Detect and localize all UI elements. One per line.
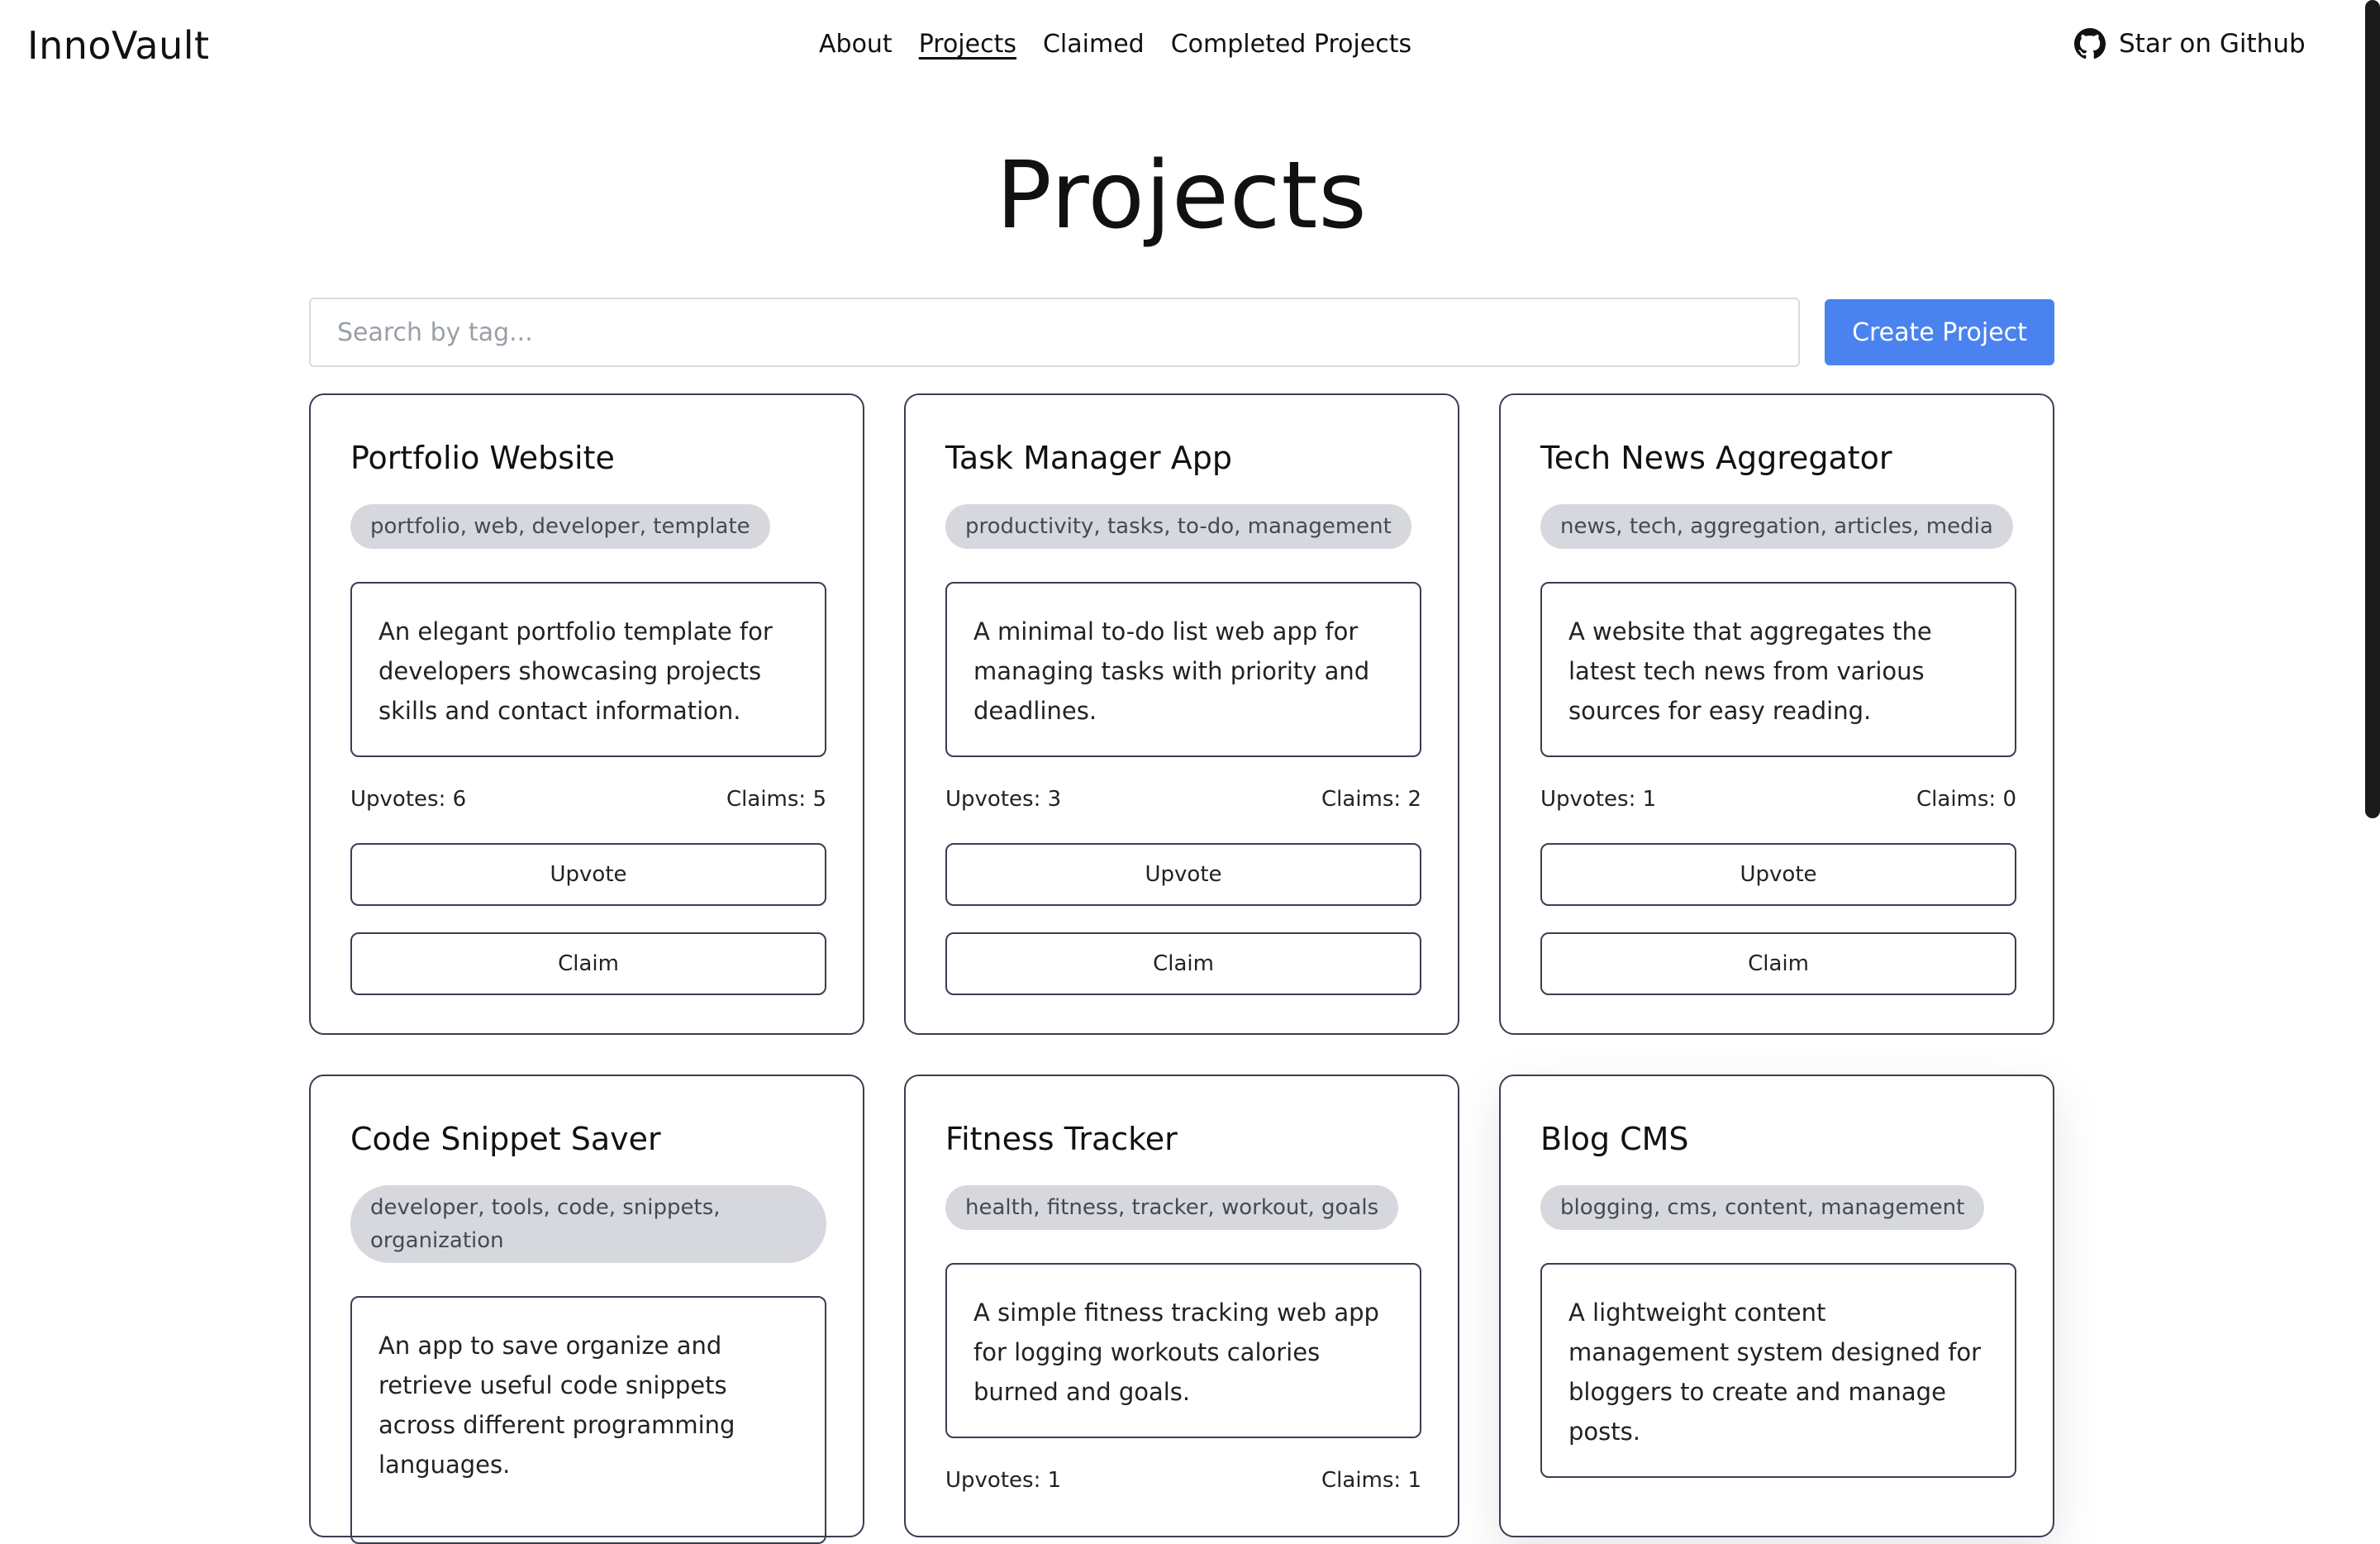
- project-description: An elegant portfolio template for develo…: [350, 582, 826, 757]
- project-card: Portfolio Website portfolio, web, develo…: [309, 393, 864, 1035]
- project-stats: Upvotes: 3 Claims: 2: [945, 787, 1421, 812]
- project-card: Task Manager App productivity, tasks, to…: [904, 393, 1459, 1035]
- claim-button[interactable]: Claim: [945, 932, 1421, 995]
- nav-link-claimed[interactable]: Claimed: [1043, 30, 1145, 59]
- claim-count: Claims: 0: [1916, 787, 2016, 812]
- upvote-button[interactable]: Upvote: [350, 843, 826, 906]
- project-tags: productivity, tasks, to-do, management: [945, 504, 1411, 549]
- github-icon: [2074, 28, 2106, 60]
- project-stats: Upvotes: 1 Claims: 0: [1540, 787, 2016, 812]
- project-tags: developer, tools, code, snippets, organi…: [350, 1185, 826, 1263]
- project-title: Blog CMS: [1540, 1121, 1689, 1157]
- github-star-link[interactable]: Star on Github: [2074, 28, 2306, 60]
- project-tags: portfolio, web, developer, template: [350, 504, 770, 549]
- page-title: Projects: [996, 142, 1368, 250]
- upvote-count: Upvotes: 1: [1540, 787, 1657, 812]
- project-title: Fitness Tracker: [945, 1121, 1178, 1157]
- project-stats: Upvotes: 6 Claims: 5: [350, 787, 826, 812]
- project-title: Tech News Aggregator: [1540, 440, 1892, 476]
- nav-link-projects[interactable]: Projects: [919, 30, 1016, 59]
- project-description: A simple fitness tracking web app for lo…: [945, 1263, 1421, 1438]
- claim-button[interactable]: Claim: [1540, 932, 2016, 995]
- project-card: Fitness Tracker health, fitness, tracker…: [904, 1075, 1459, 1537]
- project-description: A minimal to-do list web app for managin…: [945, 582, 1421, 757]
- project-card: Blog CMS blogging, cms, content, managem…: [1499, 1075, 2054, 1537]
- tag-search-input[interactable]: [309, 298, 1800, 367]
- claim-count: Claims: 2: [1321, 787, 1421, 812]
- github-label: Star on Github: [2119, 29, 2306, 59]
- upvote-button[interactable]: Upvote: [1540, 843, 2016, 906]
- create-project-button[interactable]: Create Project: [1825, 299, 2054, 365]
- upvote-button[interactable]: Upvote: [945, 843, 1421, 906]
- top-navbar: InnoVault About Projects Claimed Complet…: [0, 0, 2380, 96]
- page-scrollbar-thumb[interactable]: [2365, 0, 2380, 818]
- project-card: Code Snippet Saver developer, tools, cod…: [309, 1075, 864, 1544]
- nav-link-completed-projects[interactable]: Completed Projects: [1171, 30, 1411, 59]
- project-title: Portfolio Website: [350, 440, 615, 476]
- project-card: Tech News Aggregator news, tech, aggrega…: [1499, 393, 2054, 1035]
- project-tags: health, fitness, tracker, workout, goals: [945, 1185, 1399, 1230]
- project-description: An app to save organize and retrieve use…: [350, 1296, 826, 1544]
- upvote-count: Upvotes: 1: [945, 1468, 1062, 1493]
- brand-logo[interactable]: InnoVault: [27, 23, 210, 68]
- project-stats: Upvotes: 1 Claims: 1: [945, 1468, 1421, 1493]
- project-tags: news, tech, aggregation, articles, media: [1540, 504, 2013, 549]
- project-title: Code Snippet Saver: [350, 1121, 661, 1157]
- project-description: A lightweight content management system …: [1540, 1263, 2016, 1478]
- project-description: A website that aggregates the latest tec…: [1540, 582, 2016, 757]
- claim-count: Claims: 5: [726, 787, 826, 812]
- upvote-count: Upvotes: 6: [350, 787, 467, 812]
- upvote-count: Upvotes: 3: [945, 787, 1062, 812]
- claim-button[interactable]: Claim: [350, 932, 826, 995]
- nav-link-about[interactable]: About: [819, 30, 892, 59]
- project-title: Task Manager App: [945, 440, 1232, 476]
- project-tags: blogging, cms, content, management: [1540, 1185, 1985, 1230]
- claim-count: Claims: 1: [1321, 1468, 1421, 1493]
